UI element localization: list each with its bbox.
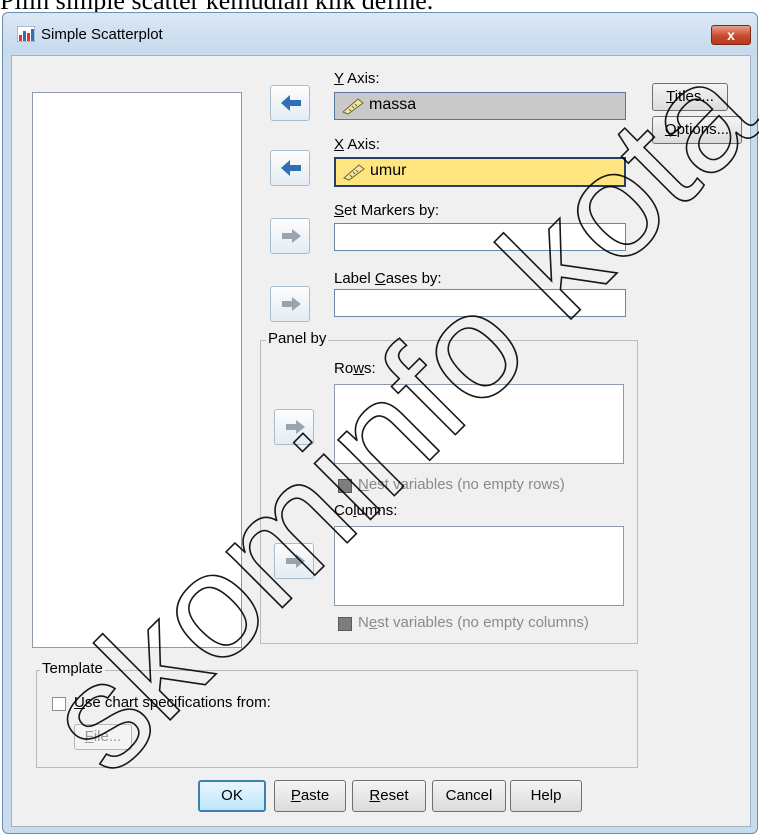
reset-button[interactable]: Reset: [352, 780, 426, 812]
template-title: Template: [40, 660, 105, 677]
set-markers-label: Set Markers by:: [334, 202, 440, 219]
x-axis-field[interactable]: umur: [334, 157, 626, 187]
label-cases-move-button[interactable]: [270, 286, 310, 322]
set-markers-field[interactable]: [334, 223, 626, 251]
x-axis-value: umur: [370, 162, 407, 179]
rows-label: Rows:: [334, 360, 376, 377]
columns-nest-checkbox[interactable]: [338, 617, 352, 631]
x-axis-move-button[interactable]: [270, 150, 310, 186]
close-icon: x: [727, 27, 735, 43]
rows-move-button[interactable]: [274, 409, 314, 445]
use-chart-spec-checkbox[interactable]: [52, 697, 66, 711]
title-bar[interactable]: Simple Scatterplot x: [3, 13, 757, 53]
arrow-right-icon: [282, 229, 301, 243]
columns-label: Columns:: [334, 502, 398, 519]
rows-nest-label: Nest variables (no empty rows): [358, 476, 565, 493]
arrow-right-icon: [286, 420, 305, 434]
y-axis-label: Y Axis:: [334, 70, 380, 87]
variable-list[interactable]: [32, 92, 242, 648]
cancel-button[interactable]: Cancel: [432, 780, 506, 812]
dialog-window: Simple Scatterplot x Y Axis: massa X Axi…: [2, 12, 758, 834]
columns-list[interactable]: [334, 526, 624, 606]
arrow-left-icon: [281, 95, 301, 111]
paste-button[interactable]: Paste: [274, 780, 346, 812]
rows-nest-checkbox[interactable]: [338, 479, 352, 493]
label-cases-label: Label Cases by:: [334, 270, 442, 287]
window-title: Simple Scatterplot: [41, 26, 163, 43]
dialog-client: Y Axis: massa X Axis: umur Set Markers b…: [11, 55, 751, 827]
label-cases-field[interactable]: [334, 289, 626, 317]
close-button[interactable]: x: [711, 25, 751, 45]
y-axis-value: massa: [369, 96, 417, 113]
x-axis-label: X Axis:: [334, 136, 380, 153]
use-chart-spec-label: Use chart specifications from:: [74, 694, 271, 711]
ok-button[interactable]: OK: [198, 780, 266, 812]
ruler-scale-icon: [342, 98, 364, 115]
panel-by-title: Panel by: [266, 330, 329, 347]
set-markers-move-button[interactable]: [270, 218, 310, 254]
titles-button[interactable]: Titles...: [652, 83, 728, 111]
options-button[interactable]: Options...: [652, 116, 742, 144]
template-group: [36, 670, 638, 768]
help-button[interactable]: Help: [510, 780, 582, 812]
y-axis-move-button[interactable]: [270, 85, 310, 121]
rows-list[interactable]: [334, 384, 624, 464]
scatterplot-icon: [17, 26, 35, 42]
file-button[interactable]: File...: [74, 724, 132, 750]
columns-nest-label: Nest variables (no empty columns): [358, 614, 589, 631]
ruler-scale-icon: [343, 164, 365, 181]
arrow-right-icon: [286, 554, 305, 568]
arrow-left-icon: [281, 160, 301, 176]
columns-move-button[interactable]: [274, 543, 314, 579]
arrow-right-icon: [282, 297, 301, 311]
y-axis-field[interactable]: massa: [334, 92, 626, 120]
